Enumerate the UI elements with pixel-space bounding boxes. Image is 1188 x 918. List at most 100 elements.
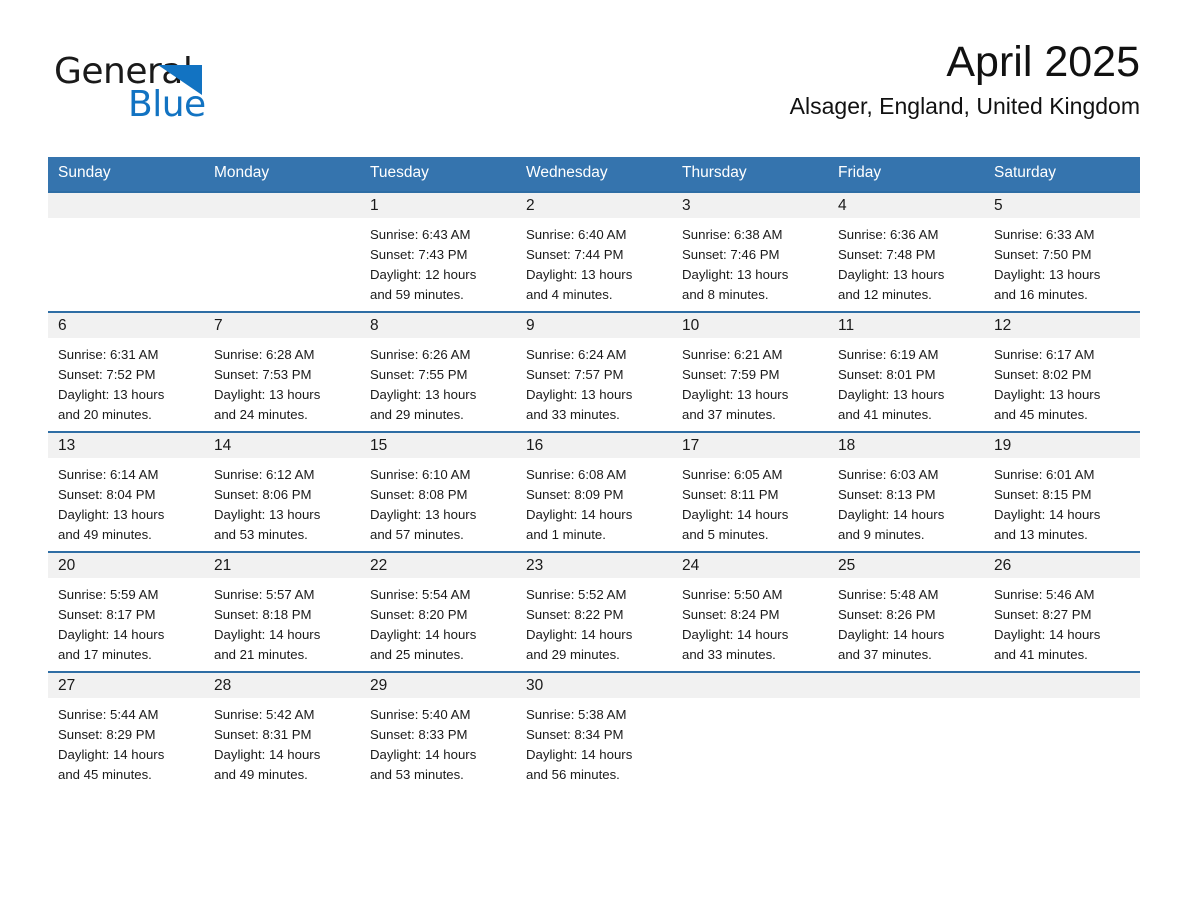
weekday-header-sunday: Sunday — [48, 157, 204, 192]
day-number: 24 — [672, 552, 828, 578]
calendar-day-cell[interactable]: 15 Sunrise: 6:10 AM Sunset: 8:08 PM Dayli… — [360, 430, 516, 552]
calendar-day-cell[interactable]: 30 Sunrise: 5:38 AM Sunset: 8:34 PM Dayli… — [516, 670, 672, 791]
day-number: 4 — [828, 192, 984, 218]
day-number: 19 — [984, 432, 1140, 458]
calendar-day-cell[interactable]: 26 Sunrise: 5:46 AM Sunset: 8:27 PM Dayli… — [984, 550, 1140, 672]
calendar-day-cell[interactable]: 21 Sunrise: 5:57 AM Sunset: 8:18 PM Dayli… — [204, 550, 360, 672]
day-sun-details: Sunrise: 6:12 AM Sunset: 8:06 PM Dayligh… — [214, 466, 321, 543]
day-sun-details: Sunrise: 5:46 AM Sunset: 8:27 PM Dayligh… — [994, 586, 1101, 663]
day-number — [48, 192, 204, 218]
calendar-day-cell[interactable]: 13 Sunrise: 6:14 AM Sunset: 8:04 PM Dayli… — [48, 430, 204, 552]
day-number: 5 — [984, 192, 1140, 218]
day-number: 2 — [516, 192, 672, 218]
day-number: 16 — [516, 432, 672, 458]
calendar-day-cell[interactable]: 24 Sunrise: 5:50 AM Sunset: 8:24 PM Dayli… — [672, 550, 828, 672]
day-sun-details — [204, 218, 360, 225]
calendar-day-cell-empty — [672, 670, 828, 791]
calendar-day-cell[interactable]: 10 Sunrise: 6:21 AM Sunset: 7:59 PM Dayli… — [672, 310, 828, 432]
day-number: 3 — [672, 192, 828, 218]
day-number: 8 — [360, 312, 516, 338]
day-sun-details: Sunrise: 6:40 AM Sunset: 7:44 PM Dayligh… — [526, 226, 633, 303]
title-block: April 2025 Alsager, England, United King… — [790, 39, 1140, 119]
calendar-container: Sunday Monday Tuesday Wednesday Thursday… — [48, 157, 1140, 791]
calendar-day-cell[interactable]: 16 Sunrise: 6:08 AM Sunset: 8:09 PM Dayli… — [516, 430, 672, 552]
day-number: 20 — [48, 552, 204, 578]
day-number: 1 — [360, 192, 516, 218]
day-sun-details — [828, 698, 984, 705]
weekday-header-monday: Monday — [204, 157, 360, 192]
calendar-day-cell[interactable]: 23 Sunrise: 5:52 AM Sunset: 8:22 PM Dayli… — [516, 550, 672, 672]
day-number: 18 — [828, 432, 984, 458]
day-sun-details: Sunrise: 6:28 AM Sunset: 7:53 PM Dayligh… — [214, 346, 321, 423]
day-number: 9 — [516, 312, 672, 338]
calendar-day-cell[interactable]: 25 Sunrise: 5:48 AM Sunset: 8:26 PM Dayli… — [828, 550, 984, 672]
day-number: 10 — [672, 312, 828, 338]
general-blue-logo[interactable]: General Blue — [54, 54, 314, 134]
calendar-day-cell[interactable]: 4 Sunrise: 6:36 AM Sunset: 7:48 PM Daylig… — [828, 190, 984, 312]
day-sun-details: Sunrise: 5:42 AM Sunset: 8:31 PM Dayligh… — [214, 706, 321, 783]
day-sun-details: Sunrise: 6:01 AM Sunset: 8:15 PM Dayligh… — [994, 466, 1101, 543]
calendar-page: General Blue April 2025 Alsager, England… — [0, 0, 1188, 918]
calendar-day-cell[interactable]: 6 Sunrise: 6:31 AM Sunset: 7:52 PM Daylig… — [48, 310, 204, 432]
calendar-day-cell[interactable]: 20 Sunrise: 5:59 AM Sunset: 8:17 PM Dayli… — [48, 550, 204, 672]
day-sun-details: Sunrise: 5:59 AM Sunset: 8:17 PM Dayligh… — [58, 586, 165, 663]
day-sun-details: Sunrise: 6:26 AM Sunset: 7:55 PM Dayligh… — [370, 346, 477, 423]
calendar-day-cell[interactable]: 1 Sunrise: 6:43 AM Sunset: 7:43 PM Daylig… — [360, 190, 516, 312]
day-number — [672, 672, 828, 698]
calendar-week-row: 1 Sunrise: 6:43 AM Sunset: 7:43 PM Daylig… — [48, 190, 1140, 312]
day-sun-details: Sunrise: 6:21 AM Sunset: 7:59 PM Dayligh… — [682, 346, 789, 423]
calendar-day-cell[interactable]: 11 Sunrise: 6:19 AM Sunset: 8:01 PM Dayli… — [828, 310, 984, 432]
weekday-header-tuesday: Tuesday — [360, 157, 516, 192]
day-sun-details: Sunrise: 5:40 AM Sunset: 8:33 PM Dayligh… — [370, 706, 477, 783]
day-number: 27 — [48, 672, 204, 698]
calendar-day-cell[interactable]: 14 Sunrise: 6:12 AM Sunset: 8:06 PM Dayli… — [204, 430, 360, 552]
calendar-day-cell[interactable]: 12 Sunrise: 6:17 AM Sunset: 8:02 PM Dayli… — [984, 310, 1140, 432]
calendar-day-cell[interactable]: 17 Sunrise: 6:05 AM Sunset: 8:11 PM Dayli… — [672, 430, 828, 552]
day-sun-details: Sunrise: 6:36 AM Sunset: 7:48 PM Dayligh… — [838, 226, 945, 303]
calendar-day-cell[interactable]: 7 Sunrise: 6:28 AM Sunset: 7:53 PM Daylig… — [204, 310, 360, 432]
calendar-day-cell[interactable]: 28 Sunrise: 5:42 AM Sunset: 8:31 PM Dayli… — [204, 670, 360, 791]
calendar-day-cell[interactable]: 19 Sunrise: 6:01 AM Sunset: 8:15 PM Dayli… — [984, 430, 1140, 552]
day-sun-details — [48, 218, 204, 225]
calendar-day-cell[interactable]: 22 Sunrise: 5:54 AM Sunset: 8:20 PM Dayli… — [360, 550, 516, 672]
day-sun-details: Sunrise: 5:50 AM Sunset: 8:24 PM Dayligh… — [682, 586, 789, 663]
day-number: 7 — [204, 312, 360, 338]
day-sun-details: Sunrise: 6:31 AM Sunset: 7:52 PM Dayligh… — [58, 346, 165, 423]
day-sun-details: Sunrise: 6:08 AM Sunset: 8:09 PM Dayligh… — [526, 466, 633, 543]
day-sun-details: Sunrise: 6:33 AM Sunset: 7:50 PM Dayligh… — [994, 226, 1101, 303]
calendar-day-cell-empty — [828, 670, 984, 791]
weekday-header-wednesday: Wednesday — [516, 157, 672, 192]
day-sun-details: Sunrise: 5:52 AM Sunset: 8:22 PM Dayligh… — [526, 586, 633, 663]
calendar-day-cell-empty — [984, 670, 1140, 791]
day-sun-details: Sunrise: 5:44 AM Sunset: 8:29 PM Dayligh… — [58, 706, 165, 783]
calendar-day-cell[interactable]: 3 Sunrise: 6:38 AM Sunset: 7:46 PM Daylig… — [672, 190, 828, 312]
day-sun-details — [984, 698, 1140, 705]
calendar-header-row: Sunday Monday Tuesday Wednesday Thursday… — [48, 157, 1140, 192]
calendar-day-cell[interactable]: 8 Sunrise: 6:26 AM Sunset: 7:55 PM Daylig… — [360, 310, 516, 432]
calendar-body: 1 Sunrise: 6:43 AM Sunset: 7:43 PM Daylig… — [48, 190, 1140, 791]
calendar-day-cell[interactable]: 29 Sunrise: 5:40 AM Sunset: 8:33 PM Dayli… — [360, 670, 516, 791]
page-header: General Blue April 2025 Alsager, England… — [48, 39, 1140, 148]
calendar-week-row: 27 Sunrise: 5:44 AM Sunset: 8:29 PM Dayli… — [48, 670, 1140, 791]
calendar-day-cell[interactable]: 5 Sunrise: 6:33 AM Sunset: 7:50 PM Daylig… — [984, 190, 1140, 312]
day-sun-details: Sunrise: 5:48 AM Sunset: 8:26 PM Dayligh… — [838, 586, 945, 663]
calendar-table: Sunday Monday Tuesday Wednesday Thursday… — [48, 157, 1140, 791]
day-sun-details: Sunrise: 5:38 AM Sunset: 8:34 PM Dayligh… — [526, 706, 633, 783]
day-number — [204, 192, 360, 218]
day-number: 21 — [204, 552, 360, 578]
day-number: 29 — [360, 672, 516, 698]
calendar-day-cell[interactable]: 2 Sunrise: 6:40 AM Sunset: 7:44 PM Daylig… — [516, 190, 672, 312]
day-number — [828, 672, 984, 698]
calendar-day-cell[interactable]: 18 Sunrise: 6:03 AM Sunset: 8:13 PM Dayli… — [828, 430, 984, 552]
day-sun-details: Sunrise: 5:57 AM Sunset: 8:18 PM Dayligh… — [214, 586, 321, 663]
calendar-day-cell[interactable]: 9 Sunrise: 6:24 AM Sunset: 7:57 PM Daylig… — [516, 310, 672, 432]
calendar-day-cell[interactable]: 27 Sunrise: 5:44 AM Sunset: 8:29 PM Dayli… — [48, 670, 204, 791]
day-number: 12 — [984, 312, 1140, 338]
day-sun-details: Sunrise: 6:17 AM Sunset: 8:02 PM Dayligh… — [994, 346, 1101, 423]
day-sun-details: Sunrise: 6:19 AM Sunset: 8:01 PM Dayligh… — [838, 346, 945, 423]
weekday-header-thursday: Thursday — [672, 157, 828, 192]
day-sun-details: Sunrise: 6:38 AM Sunset: 7:46 PM Dayligh… — [682, 226, 789, 303]
day-sun-details: Sunrise: 6:14 AM Sunset: 8:04 PM Dayligh… — [58, 466, 165, 543]
weekday-header-saturday: Saturday — [984, 157, 1140, 192]
calendar-week-row: 6 Sunrise: 6:31 AM Sunset: 7:52 PM Daylig… — [48, 310, 1140, 432]
